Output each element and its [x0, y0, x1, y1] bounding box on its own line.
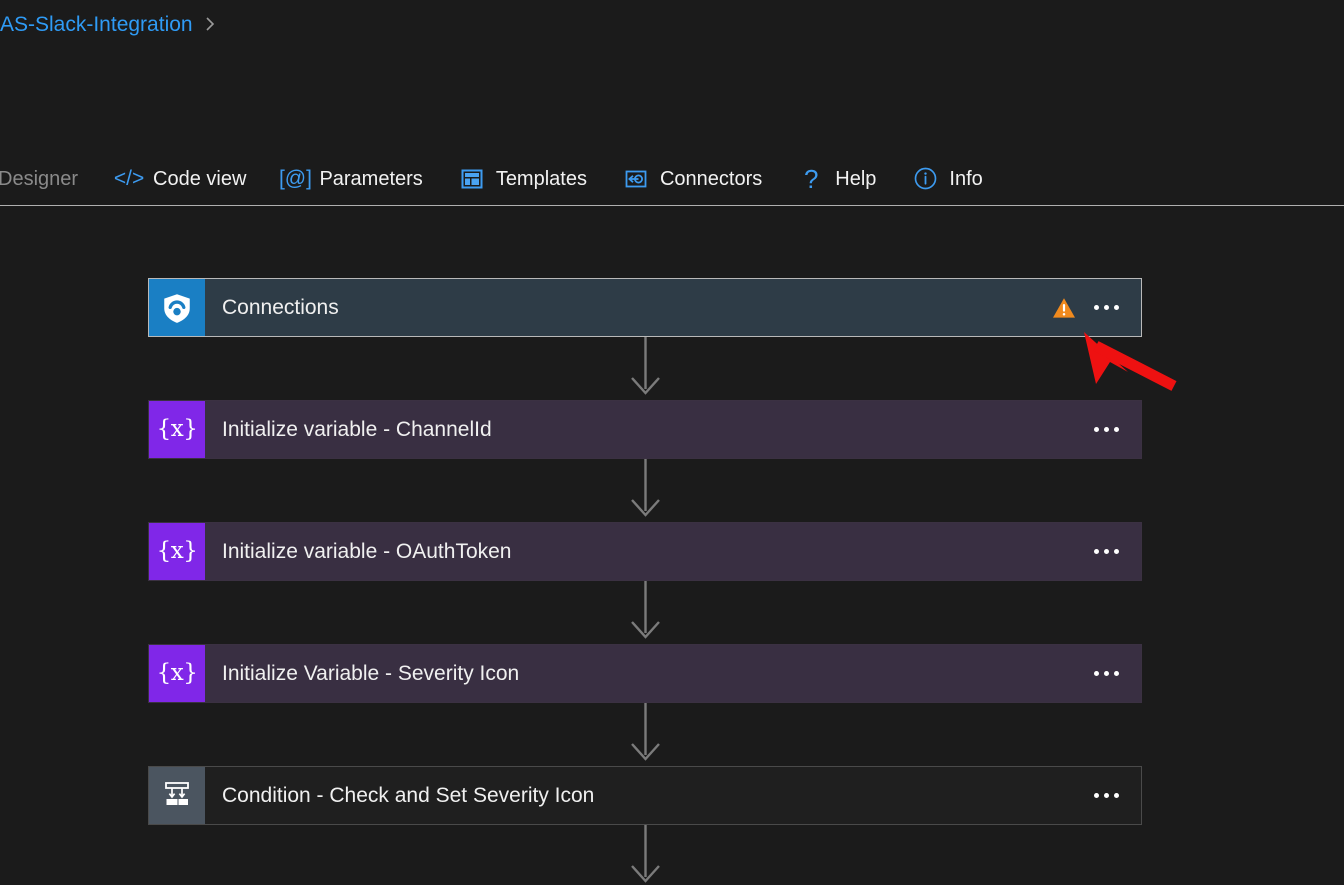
toolbar-item-designer[interactable]: Designer: [0, 157, 88, 201]
more-options-icon[interactable]: [1090, 543, 1123, 560]
variable-braces-icon: {x}: [149, 645, 205, 702]
variable-braces-glyph: {x}: [156, 660, 198, 686]
breadcrumb-link-workflow[interactable]: AS-Slack-Integration: [0, 14, 193, 35]
connector-arrow: [0, 703, 1344, 766]
connector-arrow: [0, 825, 1344, 885]
templates-icon: [459, 166, 485, 192]
workflow-node-actions: [1052, 297, 1123, 319]
variable-braces-glyph: {x}: [156, 416, 198, 442]
workflow-node-body: Condition - Check and Set Severity Icon: [205, 767, 1141, 824]
toolbar-item-templates[interactable]: Templates: [449, 157, 597, 201]
toolbar-item-templates-label: Templates: [495, 167, 587, 190]
toolbar-item-connectors[interactable]: Connectors: [613, 157, 772, 201]
workflow-node-condition-check-severity[interactable]: Condition - Check and Set Severity Icon: [148, 766, 1142, 825]
workflow-node-body: Initialize variable - ChannelId: [205, 401, 1141, 458]
connector-arrow: [0, 337, 1344, 400]
toolbar-item-info-label: Info: [949, 167, 983, 190]
code-icon-glyph: </>: [113, 167, 145, 190]
workflow-node-title: Initialize variable - ChannelId: [222, 418, 492, 441]
info-circle-icon: [912, 166, 938, 192]
toolbar-item-designer-label: Designer: [0, 167, 79, 190]
workflow-node-init-channelid[interactable]: {x} Initialize variable - ChannelId: [148, 400, 1142, 459]
parameters-icon: [@]: [279, 166, 312, 192]
toolbar-item-help[interactable]: ? Help: [788, 157, 886, 201]
workflow-node-actions: [1090, 543, 1123, 560]
more-options-icon[interactable]: [1090, 787, 1123, 804]
workflow-node-title: Connections: [222, 296, 339, 319]
designer-toolbar: Designer </> Code view [@] Parameters Te…: [0, 152, 1344, 205]
parameters-icon-glyph: [@]: [278, 167, 312, 190]
workflow-node-actions: [1090, 665, 1123, 682]
workflow-node-init-severity-icon[interactable]: {x} Initialize Variable - Severity Icon: [148, 644, 1142, 703]
question-mark-glyph: ?: [804, 163, 819, 194]
toolbar-item-info[interactable]: Info: [902, 157, 992, 201]
condition-branch-icon: [149, 767, 205, 824]
more-options-icon[interactable]: [1090, 299, 1123, 316]
workflow-node-title: Initialize variable - OAuthToken: [222, 540, 512, 563]
workflow-node-title: Initialize Variable - Severity Icon: [222, 662, 520, 685]
workflow-node-connections[interactable]: Connections: [148, 278, 1142, 337]
workflow-node-body: Connections: [205, 279, 1141, 336]
variable-braces-icon: {x}: [149, 523, 205, 580]
more-options-icon[interactable]: [1090, 665, 1123, 682]
toolbar-item-code-view-label: Code view: [153, 167, 247, 190]
workflow-node-actions: [1090, 421, 1123, 438]
toolbar-item-connectors-label: Connectors: [659, 167, 763, 190]
workflow-node-actions: [1090, 787, 1123, 804]
workflow-node-body: Initialize variable - OAuthToken: [205, 523, 1141, 580]
toolbar-item-help-label: Help: [835, 167, 877, 190]
question-mark-icon: ?: [798, 166, 824, 192]
variable-braces-icon: {x}: [149, 401, 205, 458]
more-options-icon[interactable]: [1090, 421, 1123, 438]
toolbar-item-code-view[interactable]: </> Code view: [106, 157, 256, 201]
chevron-right-icon: [203, 15, 217, 33]
workflow-node-init-oauthtoken[interactable]: {x} Initialize variable - OAuthToken: [148, 522, 1142, 581]
workflow-canvas[interactable]: Connections {x} Initialize variable - Ch…: [0, 206, 1344, 885]
toolbar-item-parameters[interactable]: [@] Parameters: [272, 157, 432, 201]
connector-arrow: [0, 581, 1344, 644]
azure-sentinel-shield-icon: [149, 279, 205, 336]
workflow-node-body: Initialize Variable - Severity Icon: [205, 645, 1141, 702]
toolbar-item-parameters-label: Parameters: [319, 167, 423, 190]
warning-triangle-icon[interactable]: [1052, 297, 1076, 319]
variable-braces-glyph: {x}: [156, 538, 198, 564]
connector-arrow: [0, 459, 1344, 522]
breadcrumb: AS-Slack-Integration: [0, 8, 217, 40]
workflow-node-title: Condition - Check and Set Severity Icon: [222, 784, 595, 807]
code-icon: </>: [113, 166, 145, 192]
connectors-icon: [623, 166, 649, 192]
